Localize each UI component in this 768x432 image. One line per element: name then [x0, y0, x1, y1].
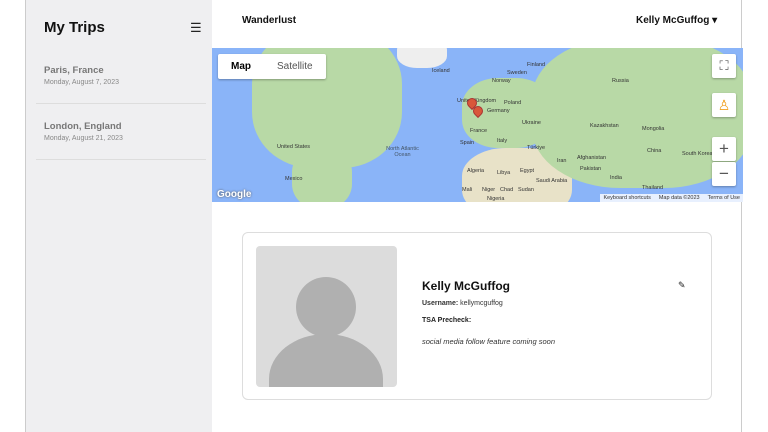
map-label: Algeria	[467, 168, 485, 174]
map-label: Sudan	[518, 187, 534, 193]
map-label: Finland	[527, 62, 546, 68]
terms-link[interactable]: Terms of Use	[708, 195, 740, 201]
pegman-icon[interactable]: ♙	[712, 93, 736, 117]
avatar	[256, 246, 397, 387]
zoom-out-button[interactable]: −	[712, 162, 736, 186]
map-label: Ukraine	[522, 120, 541, 126]
map-label: Norway	[492, 78, 511, 84]
sidebar-title: My Trips	[44, 19, 105, 36]
map-data-text: Map data ©2023	[658, 195, 700, 201]
user-menu[interactable]: Kelly McGuffog ▾	[636, 15, 717, 26]
map-label: Spain	[460, 140, 475, 146]
map-label: Russia	[612, 78, 629, 84]
username-label: Username:	[422, 300, 459, 307]
map-label: China	[647, 148, 662, 154]
map-attribution: Keyboard shortcuts Map data ©2023 Terms …	[600, 194, 743, 202]
profile-name: Kelly McGuffog	[422, 279, 511, 293]
zoom-in-button[interactable]: +	[712, 137, 736, 161]
map-label: Mexico	[285, 176, 303, 182]
map-label: South Korea	[682, 151, 713, 157]
map-type-control: Map Satellite	[218, 54, 326, 79]
map-label-ocean: North Atlantic Ocean	[386, 146, 419, 158]
profile-card: Kelly McGuffog ✎ Username: kellymcguffog…	[242, 232, 712, 400]
map-type-satellite-button[interactable]: Satellite	[264, 54, 326, 79]
trip-name: Paris, France	[44, 65, 104, 76]
map-label: France	[470, 128, 488, 134]
trip-name: London, England	[44, 121, 122, 132]
app-window: My Trips ☰ Paris, France Monday, August 7…	[25, 0, 743, 432]
map-label: United States	[277, 144, 311, 150]
map-label: Thailand	[642, 185, 664, 191]
map-label: Italy	[497, 138, 508, 144]
brand-link[interactable]: Wanderlust	[242, 15, 296, 26]
map-label: Mongolia	[642, 126, 665, 132]
map-label: Iran	[557, 158, 567, 164]
edit-icon[interactable]: ✎	[678, 280, 686, 291]
map-label: Germany	[487, 108, 510, 114]
sidebar: My Trips ☰ Paris, France Monday, August 7…	[26, 0, 212, 432]
map-label: Nigeria	[487, 196, 505, 202]
trip-item-london[interactable]: London, England Monday, August 21, 2023	[36, 104, 206, 160]
google-logo: Google	[217, 189, 252, 200]
map-label: Egypt	[520, 168, 535, 174]
trip-date: Monday, August 21, 2023	[44, 135, 123, 142]
map-label: Libya	[497, 170, 511, 176]
keyboard-shortcuts-link[interactable]: Keyboard shortcuts	[603, 195, 650, 201]
username-value: kellymcguffog	[460, 300, 503, 307]
map-type-map-button[interactable]: Map	[218, 54, 264, 79]
map-label: Mali	[462, 187, 473, 193]
tsa-precheck-label: TSA Precheck:	[422, 317, 472, 324]
map[interactable]: Iceland Sweden Finland Norway Russia Uni…	[212, 48, 743, 202]
hamburger-icon[interactable]: ☰	[190, 20, 202, 36]
trip-item-paris[interactable]: Paris, France Monday, August 7, 2023	[36, 48, 206, 104]
trip-date: Monday, August 7, 2023	[44, 79, 119, 86]
map-label: Türkiye	[527, 145, 546, 151]
land-central-america	[292, 148, 352, 202]
map-label: Poland	[504, 100, 522, 106]
land-greenland	[397, 48, 447, 68]
map-label: Niger	[482, 187, 496, 193]
map-label: Sweden	[507, 70, 527, 76]
fullscreen-button[interactable]: ⛶	[712, 54, 736, 78]
map-label: Saudi Arabia	[536, 178, 568, 184]
map-label: Kazakhstan	[590, 123, 619, 129]
map-label: India	[610, 175, 622, 181]
map-label: Chad	[500, 187, 514, 193]
map-label: Afghanistan	[577, 155, 607, 161]
map-label: Pakistan	[580, 166, 602, 172]
map-label: Iceland	[432, 68, 450, 74]
profile-username: Username: kellymcguffog	[422, 300, 503, 307]
social-feature-note: social media follow feature coming soon	[422, 337, 555, 346]
